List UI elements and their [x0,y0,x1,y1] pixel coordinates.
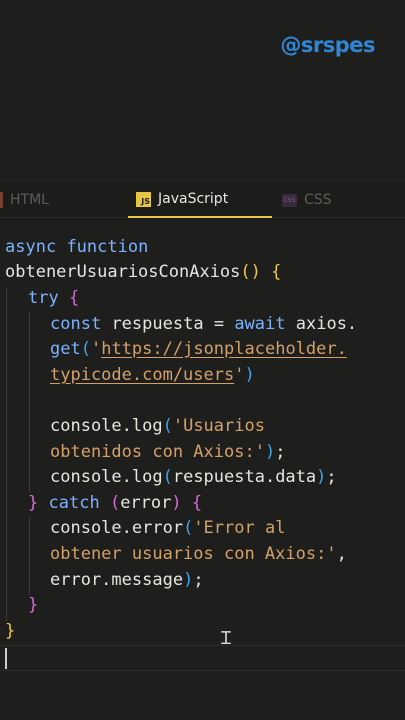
operator: = [213,314,225,334]
code-line-5: get('https://jsonplaceholder. [50,336,347,362]
function-name: obtenerUsuariosConAxios [5,262,241,282]
code-line-2: obtenerUsuariosConAxios() { [5,259,281,285]
method: get [50,339,81,359]
semicolon: ; [275,442,286,462]
tab-javascript[interactable]: JS JavaScript [128,182,272,218]
paren: ( [162,416,173,436]
js-icon: JS [136,191,151,207]
code-line-14: } [28,592,38,618]
keyword: await [234,314,286,334]
text-caret [5,648,7,669]
code-line-8: obtenidos con Axios:'); [50,439,285,465]
argument: error [120,493,172,513]
paren: ( [240,262,251,282]
paren: ( [183,518,194,538]
argument: respuesta.data [172,467,317,487]
function-call: console.log [50,416,163,436]
indent-guide [6,287,7,621]
identifier: axios. [295,314,358,334]
string-literal: 'Usuarios [172,416,265,436]
css-icon: CSS [282,193,297,207]
brace: { [271,262,282,282]
indent-guide [29,517,30,595]
url-link[interactable]: https://jsonplaceholder. [101,339,347,359]
indent-guide [29,312,30,492]
code-line-13: error.message); [50,567,204,593]
paren: ) [244,365,255,385]
paren: ( [109,493,121,513]
code-line-3: try { [28,285,79,311]
paren: ) [264,442,276,462]
string-quote: ' [90,339,102,359]
brace: { [191,493,203,513]
html-icon [0,192,3,208]
tab-html[interactable]: HTML [0,182,128,218]
brace: { [68,288,80,308]
brace: } [28,595,39,615]
paren: ( [80,339,91,359]
ibeam-cursor-icon: Ɪ [221,628,232,649]
string-literal: obtener usuarios con Axios:' [50,544,337,564]
keyword: const [50,314,102,334]
argument: error.message [50,570,184,590]
watermark-handle: @srspes [280,33,375,57]
string-literal: 'Error al [193,518,286,538]
code-line-11: console.error('Error al [50,515,285,541]
string-quote: ' [234,365,245,385]
code-line-4: const respuesta = await axios. [50,311,357,337]
code-line-1: async function [5,234,148,260]
code-line-10: } catch (error) { [28,490,202,516]
string-literal: obtenidos con Axios:' [50,442,265,462]
paren: ) [183,570,194,590]
tab-css[interactable]: CSS CSS [272,182,405,218]
semicolon: ; [193,570,204,590]
brace: } [28,493,39,513]
brace: } [5,621,16,641]
current-line-highlight [0,645,405,671]
editor-tab-bar: HTML JS JavaScript CSS CSS [0,182,405,218]
comma: , [336,544,347,564]
url-link[interactable]: typicode.com/users [50,365,234,385]
keyword: function [66,237,149,257]
identifier: respuesta [111,314,204,334]
paren: ) [316,467,327,487]
paren: ) [171,493,182,513]
code-line-6: typicode.com/users') [50,362,255,388]
paren: ( [162,467,173,487]
keyword: catch [48,493,100,513]
semicolon: ; [326,467,337,487]
code-line-9: console.log(respuesta.data); [50,464,337,490]
tab-javascript-label: JavaScript [158,191,229,207]
video-top-area: @srspes [0,0,405,182]
tab-css-label: CSS [304,192,332,208]
tab-html-label: HTML [10,192,49,208]
function-call: console.error [50,518,184,538]
keyword: try [28,288,59,308]
code-line-7: console.log('Usuarios [50,413,265,439]
paren: ) [250,262,261,282]
keyword: async [5,237,57,257]
code-line-12: obtener usuarios con Axios:', [50,541,347,567]
code-line-15: } [5,618,15,644]
function-call: console.log [50,467,163,487]
